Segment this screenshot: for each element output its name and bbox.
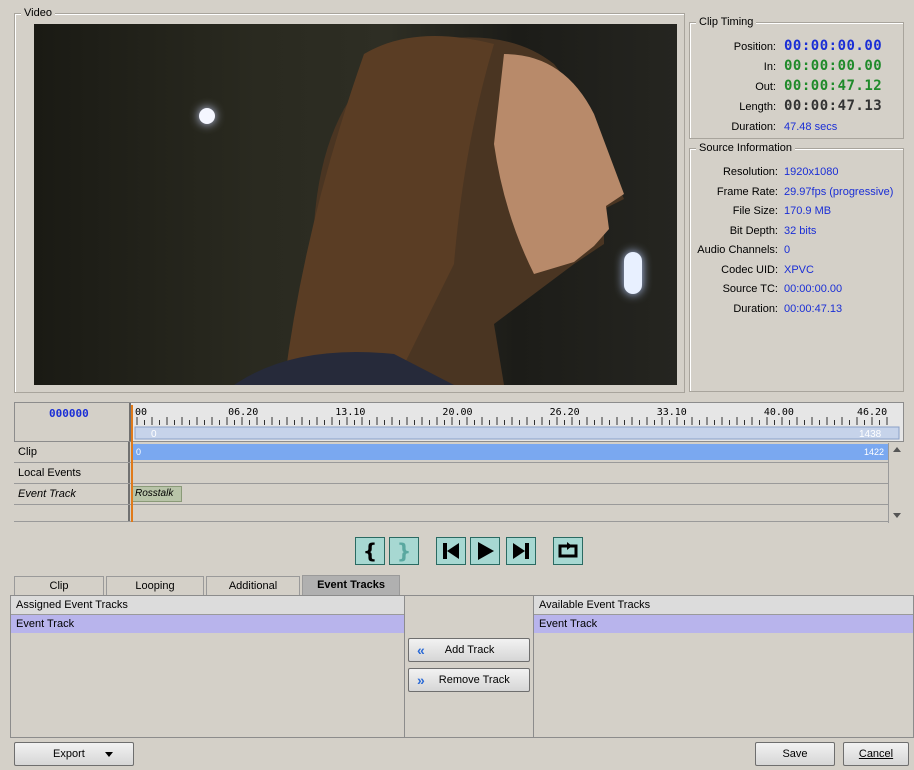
export-button[interactable]: Export [14, 742, 134, 766]
track-scrollbar[interactable] [888, 443, 904, 523]
ruler-label: 06.20 [228, 407, 258, 418]
range-bar[interactable] [134, 426, 900, 440]
clip-end-label: 1422 [863, 447, 884, 457]
ruler-label: 20.00 [442, 407, 472, 418]
source-value: 0 [784, 244, 791, 256]
timing-value: 00:00:47.12 [784, 78, 883, 94]
tab-looping[interactable]: Looping [106, 576, 204, 595]
timing-value: 47.48 secs [784, 121, 838, 133]
timing-label: Out: [755, 81, 776, 93]
timing-label: In: [763, 61, 776, 73]
timing-label: Position: [733, 41, 776, 53]
track-actions-panel [405, 595, 533, 738]
track-label [14, 505, 130, 521]
video-subject-image [234, 36, 624, 385]
scroll-down-icon[interactable] [893, 513, 901, 518]
range-start-label: 0 [151, 429, 157, 440]
tab-additional[interactable]: Additional [206, 576, 300, 595]
event-block[interactable]: Rosstalk [132, 486, 182, 502]
clip-bar[interactable]: 0 1422 [132, 444, 888, 460]
assigned-tracks-header: Assigned Event Tracks [11, 596, 404, 615]
ruler-label: 40.00 [764, 407, 794, 418]
frame-counter: 000000 [49, 407, 89, 420]
go-start-button[interactable] [436, 537, 466, 565]
source-label: Frame Rate: [716, 185, 778, 198]
ruler-label: 13.10 [335, 407, 365, 418]
source-value: 00:00:00.00 [784, 283, 843, 295]
ruler-label: 26.20 [550, 407, 580, 418]
source-value: 1920x1080 [784, 166, 839, 178]
track-label: Event Track [14, 484, 130, 504]
scroll-up-icon[interactable] [893, 447, 901, 452]
source-label: Resolution: [722, 166, 778, 178]
mark-out-icon: } [396, 539, 412, 563]
playhead-line[interactable] [131, 405, 133, 522]
timing-label: Duration: [731, 121, 776, 133]
mark-out-button[interactable]: } [389, 537, 419, 565]
mark-in-icon: { [362, 539, 378, 563]
available-tracks-list[interactable]: Available Event Tracks Event Track [533, 595, 914, 738]
loop-button[interactable] [553, 537, 583, 565]
timeline-ruler-area: 000000 00 06.20 13.10 20.00 26.20 33.10 40.00 4… [14, 402, 904, 442]
go-end-button[interactable] [506, 537, 536, 565]
remove-track-button[interactable]: » Remove Track [408, 668, 530, 692]
timeline-track[interactable]: Clip 0 1422 [14, 442, 904, 463]
available-track-item[interactable]: Event Track [534, 615, 913, 633]
source-value: 170.9 MB [784, 205, 832, 217]
timing-value: 00:00:00.00 [784, 58, 883, 74]
range-end-label: 1438 [859, 429, 882, 440]
double-chevron-left-icon: « [417, 642, 425, 658]
source-label: File Size: [732, 205, 778, 217]
dropdown-arrow-icon [104, 751, 113, 757]
clip-timing-title: Clip Timing [696, 16, 757, 28]
source-label: Source TC: [722, 283, 778, 295]
ruler-label: 00 [135, 407, 147, 418]
save-button[interactable]: Save [755, 742, 835, 766]
clip-start-label: 0 [136, 447, 142, 457]
timeline-track[interactable]: Local Events [14, 463, 904, 484]
video-group-title: Video [21, 7, 55, 19]
available-tracks-header: Available Event Tracks [534, 596, 913, 615]
timeline-ruler[interactable]: 00 06.20 13.10 20.00 26.20 33.10 40.00 46.20 0 14… [133, 403, 903, 441]
double-chevron-right-icon: » [417, 672, 425, 688]
cancel-button[interactable]: Cancel [843, 742, 909, 766]
video-preview[interactable] [34, 24, 677, 385]
source-value: 32 bits [784, 224, 817, 237]
add-track-button[interactable]: « Add Track [408, 638, 530, 662]
source-label: Codec UID: [721, 263, 778, 276]
source-value: 29.97fps (progressive) [784, 185, 894, 198]
timeline-track[interactable] [14, 505, 904, 522]
source-value: 00:00:47.13 [784, 302, 843, 315]
track-label: Local Events [14, 463, 130, 483]
play-button[interactable] [470, 537, 500, 565]
ruler-label: 46.20 [857, 407, 887, 418]
go-start-icon [443, 543, 459, 559]
source-info-title: Source Information [696, 142, 795, 154]
play-icon [478, 542, 494, 560]
source-label: Audio Channels: [697, 244, 778, 256]
assigned-track-item[interactable]: Event Track [11, 615, 404, 633]
tab-event-tracks[interactable]: Event Tracks [302, 575, 400, 596]
tab-clip[interactable]: Clip [14, 576, 104, 595]
go-end-icon [513, 543, 529, 559]
timeline-track[interactable]: Event Track Rosstalk [14, 484, 904, 505]
timing-value: 00:00:47.13 [784, 98, 883, 114]
timing-value: 00:00:00.00 [784, 38, 883, 54]
track-label: Clip [14, 442, 130, 462]
ruler-label: 33.10 [657, 407, 687, 418]
mark-in-button[interactable]: { [355, 537, 385, 565]
loop-icon [558, 542, 578, 558]
source-label: Duration: [733, 302, 778, 315]
timing-label: Length: [739, 101, 776, 113]
source-value: XPVC [784, 263, 814, 276]
assigned-tracks-list[interactable]: Assigned Event Tracks Event Track [10, 595, 405, 738]
source-label: Bit Depth: [729, 224, 778, 237]
